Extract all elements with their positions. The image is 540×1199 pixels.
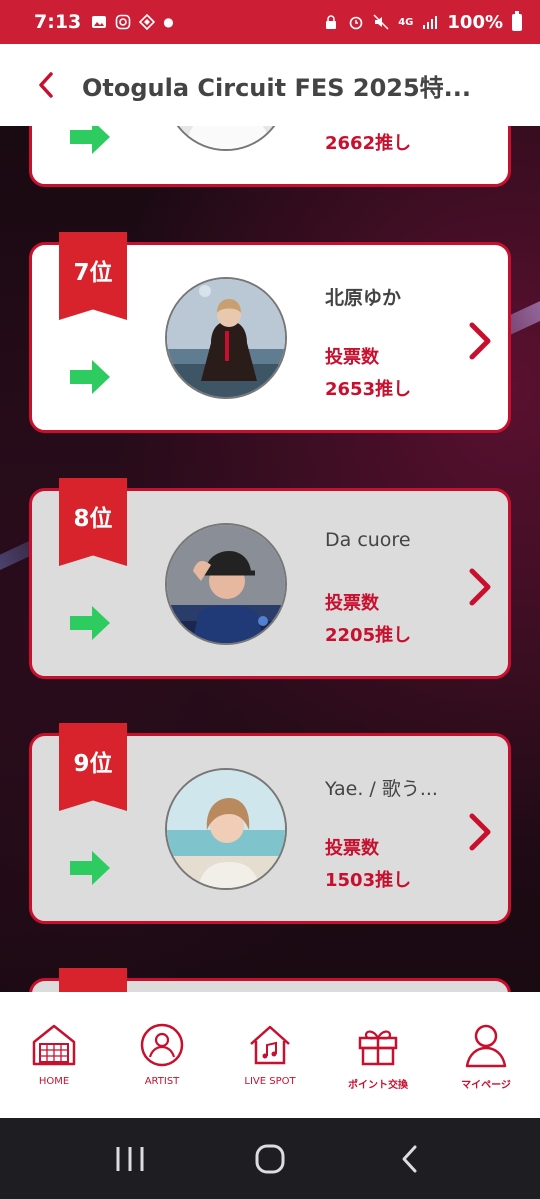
artist-avatar (165, 277, 287, 399)
vote-label: 投票数 (325, 838, 379, 859)
nav-label: LIVE SPOT (244, 1076, 296, 1087)
back-button[interactable] (26, 65, 66, 105)
mypage-icon (465, 1024, 507, 1068)
trend-up-arrow-icon (70, 606, 110, 640)
system-nav-bar (0, 1118, 540, 1199)
home-system-button[interactable] (250, 1139, 290, 1179)
ranking-card[interactable]: 8位 Da cuore 投票数 2205推し (29, 478, 511, 679)
rank-badge: 8位 (59, 478, 127, 566)
instagram-icon (115, 14, 131, 30)
lock-icon (326, 15, 337, 29)
live-spot-icon (250, 1025, 290, 1065)
back-chevron-icon (39, 72, 53, 98)
artist-name: Da cuore (325, 529, 411, 551)
page-title: Otogula Circuit FES 2025特... (82, 73, 472, 102)
network-type: 4G (398, 16, 414, 28)
artist-icon (140, 1023, 184, 1067)
back-system-button[interactable] (390, 1139, 430, 1179)
ranking-card[interactable]: 2662推し (29, 126, 511, 187)
chevron-right-icon[interactable] (466, 321, 496, 361)
gift-icon (358, 1030, 398, 1066)
nav-live-spot[interactable]: LIVE SPOT (220, 1022, 320, 1087)
status-time: 7:13 (34, 11, 82, 33)
app-icon (139, 14, 156, 30)
home-icon (32, 1024, 76, 1066)
back-arrow-icon (402, 1145, 417, 1172)
ranking-card[interactable]: 7位 北原ゆか 投票数 2653推し (29, 232, 511, 433)
battery-level: 100% (447, 11, 503, 33)
nav-label: ARTIST (144, 1076, 180, 1087)
vote-count: 2653推し (325, 379, 412, 400)
home-circle-icon (255, 1144, 285, 1173)
notification-icons: ● (91, 14, 174, 30)
ranking-list[interactable]: 2662推し 7位 北原ゆか 投票数 2653推し 8位 Da cuore 投票… (0, 126, 540, 992)
mute-icon (373, 14, 389, 30)
artist-avatar (165, 126, 287, 151)
trend-up-arrow-icon (70, 360, 110, 394)
gallery-icon (92, 16, 107, 28)
nav-label: ポイント交換 (348, 1080, 408, 1091)
dot-icon: ● (163, 15, 174, 29)
recent-apps-icon (116, 1146, 144, 1171)
nav-point-exchange[interactable]: ポイント交換 (328, 1022, 428, 1091)
chevron-right-icon[interactable] (466, 812, 496, 852)
vote-count: 1503推し (325, 870, 412, 891)
ranking-card[interactable]: 9位 Yae. / 歌う... 投票数 1503推し (29, 723, 511, 924)
trend-up-arrow-icon (70, 851, 110, 885)
ranking-card[interactable] (29, 968, 511, 992)
nav-artist[interactable]: ARTIST (112, 1022, 212, 1087)
recent-apps-button[interactable] (110, 1139, 150, 1179)
nav-mypage[interactable]: マイページ (436, 1022, 536, 1091)
status-bar: 7:13 ● 4G 100% (0, 0, 540, 44)
artist-name: 北原ゆか (325, 287, 402, 309)
artist-name: Yae. / 歌う... (325, 778, 438, 800)
artist-avatar (165, 768, 287, 890)
vote-label: 投票数 (325, 593, 379, 614)
system-status: 4G 100% (323, 10, 522, 33)
nav-home[interactable]: HOME (4, 1022, 104, 1087)
signal-icon (423, 16, 438, 29)
battery-icon (512, 10, 522, 31)
vote-label: 投票数 (325, 347, 379, 368)
alarm-icon (349, 16, 363, 30)
rank-badge: 7位 (59, 232, 127, 320)
bottom-nav: HOME ARTIST LIVE SPOT ポイント交換 マイページ (0, 992, 540, 1118)
vote-count: 2205推し (325, 625, 412, 646)
vote-count: 2662推し (325, 133, 412, 154)
nav-label: HOME (38, 1076, 70, 1087)
chevron-right-icon[interactable] (466, 567, 496, 607)
rank-badge: 9位 (59, 723, 127, 811)
trend-up-arrow-icon (70, 126, 110, 154)
rank-badge (59, 968, 127, 992)
nav-label: マイページ (461, 1080, 511, 1091)
artist-avatar (165, 523, 287, 645)
app-header: Otogula Circuit FES 2025特... (0, 44, 540, 126)
